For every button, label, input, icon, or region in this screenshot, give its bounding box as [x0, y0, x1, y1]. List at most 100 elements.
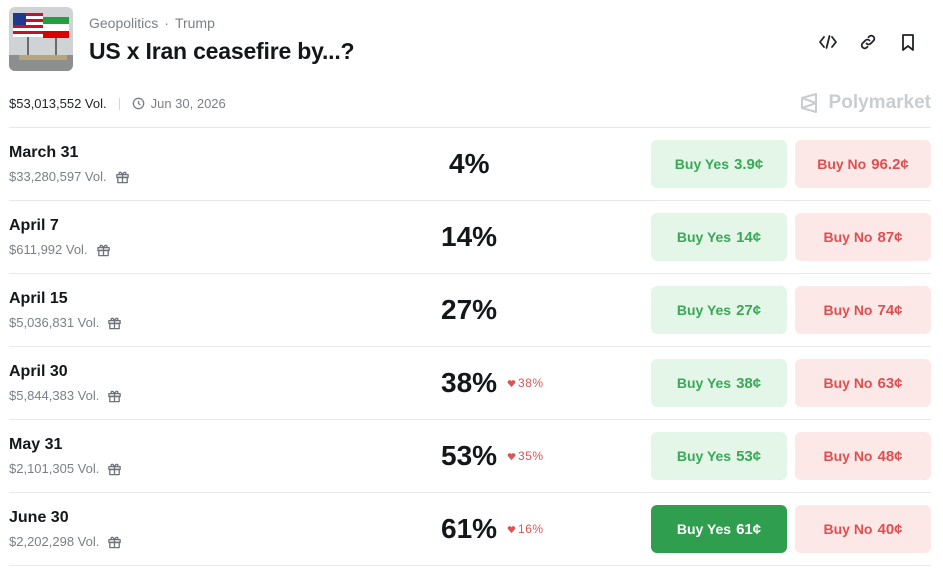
total-volume: $53,013,552 Vol.: [9, 96, 107, 111]
embed-button[interactable]: [815, 29, 841, 55]
buy-yes-label: Buy Yes: [676, 521, 732, 537]
heart-down-icon: [507, 379, 516, 387]
buy-yes-button[interactable]: Buy Yes 61¢: [651, 505, 787, 553]
price-change-value: 16%: [518, 522, 544, 536]
buy-yes-label: Buy Yes: [676, 448, 732, 464]
header-actions: [815, 29, 921, 55]
buy-no-label: Buy No: [823, 302, 873, 318]
markets-list: March 31 $33,280,597 Vol. 4% Buy Yes 3.9¢…: [9, 127, 931, 566]
buy-yes-button[interactable]: Buy Yes 3.9¢: [651, 140, 787, 188]
polymarket-logo-icon: [800, 93, 817, 113]
market-label: April 30: [9, 363, 68, 380]
market-volume-text: $5,036,831 Vol.: [9, 315, 100, 330]
buy-no-label: Buy No: [823, 375, 873, 391]
gift-icon[interactable]: [107, 534, 122, 549]
buy-yes-button[interactable]: Buy Yes 38¢: [651, 359, 787, 407]
price-change-value: 35%: [518, 449, 544, 463]
market-probability: 61% 16%: [441, 511, 681, 547]
buy-no-label: Buy No: [823, 521, 873, 537]
market-volume: $2,101,305 Vol.: [9, 461, 122, 476]
market-volume: $5,036,831 Vol.: [9, 315, 122, 330]
buy-no-price: 74¢: [877, 301, 903, 319]
market-label: April 15: [9, 290, 68, 307]
market-probability: 27%: [441, 292, 681, 328]
buy-no-price: 63¢: [877, 374, 903, 392]
buy-no-button[interactable]: Buy No 74¢: [795, 286, 931, 334]
buy-no-button[interactable]: Buy No 87¢: [795, 213, 931, 261]
probability-value: 53%: [441, 440, 498, 471]
buy-no-button[interactable]: Buy No 48¢: [795, 432, 931, 480]
bookmark-icon: [902, 34, 914, 51]
market-row[interactable]: May 31 $2,101,305 Vol. 53% 35% Buy Yes 53…: [9, 419, 931, 492]
market-row[interactable]: April 30 $5,844,383 Vol. 38% 38% Buy Yes…: [9, 346, 931, 419]
breadcrumb-category[interactable]: Geopolitics: [89, 15, 158, 31]
buy-yes-price: 27¢: [736, 301, 762, 319]
market-label: June 30: [9, 509, 69, 526]
market-volume: $5,844,383 Vol.: [9, 388, 122, 403]
gift-icon[interactable]: [107, 388, 122, 403]
price-change: 16%: [507, 522, 544, 536]
market-row[interactable]: April 15 $5,036,831 Vol. 27% Buy Yes 27¢ …: [9, 273, 931, 346]
buy-no-price: 48¢: [877, 447, 903, 465]
market-label: March 31: [9, 144, 79, 161]
market-volume-text: $2,101,305 Vol.: [9, 461, 100, 476]
probability-value: 4%: [449, 148, 490, 179]
buy-no-price: 87¢: [877, 228, 903, 246]
probability-value: 38%: [441, 367, 498, 398]
price-change: 38%: [507, 376, 544, 390]
market-volume: $2,202,298 Vol.: [9, 534, 122, 549]
buy-yes-label: Buy Yes: [674, 156, 730, 172]
end-date: Jun 30, 2026: [132, 96, 226, 111]
price-change-value: 38%: [518, 376, 544, 390]
brand-name: Polymarket: [828, 92, 931, 113]
breadcrumb: Geopolitics · Trump: [89, 15, 215, 31]
buy-no-label: Buy No: [817, 156, 867, 172]
buy-yes-button[interactable]: Buy Yes 27¢: [651, 286, 787, 334]
breadcrumb-separator: ·: [164, 15, 169, 31]
market-volume: $33,280,597 Vol.: [9, 169, 130, 184]
copy-link-button[interactable]: [855, 29, 881, 55]
buy-yes-price: 53¢: [736, 447, 762, 465]
code-icon: [819, 35, 837, 49]
heart-down-icon: [507, 452, 516, 460]
market-volume-text: $5,844,383 Vol.: [9, 388, 100, 403]
market-meta: $53,013,552 Vol. Jun 30, 2026: [9, 96, 226, 111]
market-row[interactable]: March 31 $33,280,597 Vol. 4% Buy Yes 3.9¢…: [9, 127, 931, 200]
gift-icon[interactable]: [96, 242, 111, 257]
buy-yes-price: 14¢: [736, 228, 762, 246]
buy-no-button[interactable]: Buy No 63¢: [795, 359, 931, 407]
buy-yes-label: Buy Yes: [676, 375, 732, 391]
buy-no-label: Buy No: [823, 448, 873, 464]
buy-no-label: Buy No: [823, 229, 873, 245]
market-header: Geopolitics · Trump US x Iran ceasefire by…: [9, 7, 943, 77]
probability-value: 14%: [441, 221, 498, 252]
clock-icon: [132, 97, 144, 110]
gift-icon[interactable]: [107, 461, 122, 476]
meta-divider: [118, 97, 120, 110]
market-probability: 53% 35%: [441, 438, 681, 474]
buy-yes-button[interactable]: Buy Yes 14¢: [651, 213, 787, 261]
probability-value: 61%: [441, 513, 498, 544]
buy-no-price: 96.2¢: [871, 155, 909, 173]
buy-no-price: 40¢: [877, 520, 903, 538]
gift-icon[interactable]: [107, 315, 122, 330]
buy-yes-price: 61¢: [736, 520, 762, 538]
gift-icon[interactable]: [115, 169, 130, 184]
buy-no-button[interactable]: Buy No 40¢: [795, 505, 931, 553]
probability-value: 27%: [441, 294, 498, 325]
market-label: May 31: [9, 436, 63, 453]
market-row[interactable]: April 7 $611,992 Vol. 14% Buy Yes 14¢ Buy…: [9, 200, 931, 273]
buy-yes-label: Buy Yes: [676, 229, 732, 245]
breadcrumb-subcategory[interactable]: Trump: [175, 15, 215, 31]
buy-yes-price: 38¢: [736, 374, 762, 392]
buy-yes-button[interactable]: Buy Yes 53¢: [651, 432, 787, 480]
polymarket-logo[interactable]: Polymarket: [799, 92, 931, 114]
market-volume-text: $2,202,298 Vol.: [9, 534, 100, 549]
bookmark-button[interactable]: [895, 29, 921, 55]
market-row[interactable]: June 30 $2,202,298 Vol. 61% 16% Buy Yes 6…: [9, 492, 931, 566]
market-volume-text: $33,280,597 Vol.: [9, 169, 107, 184]
market-volume-text: $611,992 Vol.: [9, 242, 88, 257]
buy-no-button[interactable]: Buy No 96.2¢: [795, 140, 931, 188]
market-probability: 38% 38%: [441, 365, 681, 401]
market-volume: $611,992 Vol.: [9, 242, 111, 257]
